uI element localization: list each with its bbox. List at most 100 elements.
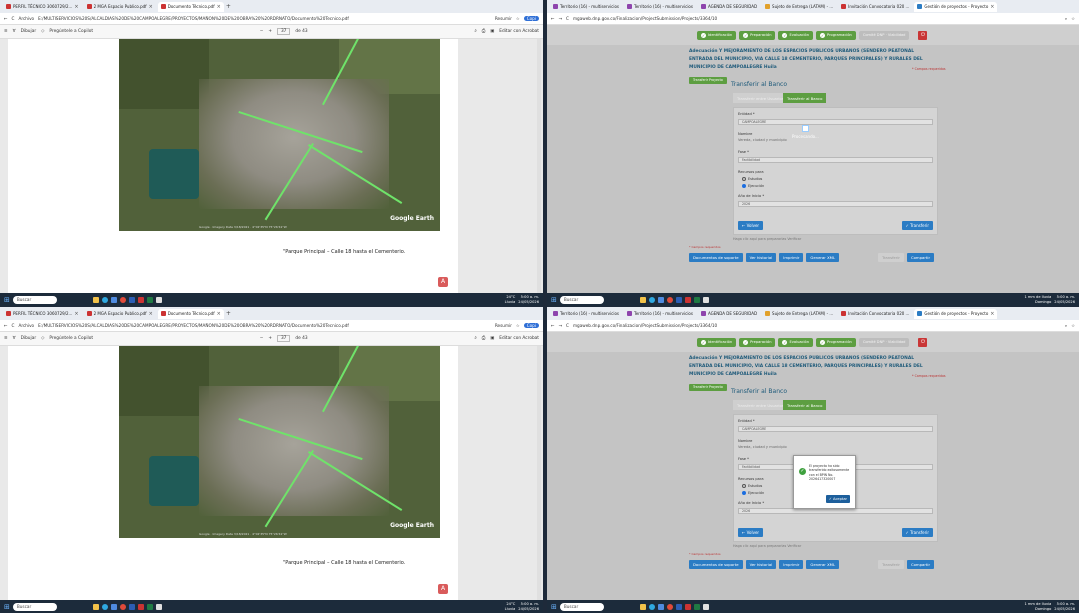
copilot-button[interactable]: Copi [523,323,539,328]
weather-widget[interactable]: 1 mm de lluvia Domingo [1024,295,1051,304]
browser-tab-active[interactable]: Documento Técnico.pdf × [157,308,224,319]
word-icon[interactable] [675,603,682,610]
transfer-project-side-button[interactable]: Transferir Proyecto [689,77,727,84]
windows-start-icon[interactable]: ⊞ [551,603,557,611]
chrome-icon[interactable] [119,603,126,610]
print-icon[interactable]: ⎙ [482,336,485,341]
close-icon[interactable]: × [74,311,78,317]
close-icon[interactable]: × [217,311,221,317]
back-icon[interactable]: ← [551,323,555,328]
draw-button[interactable]: Dibujar [21,29,37,34]
url-field[interactable]: mgaweb.dnp.gov.co/Finalizacion/ProjectSu… [573,16,1061,21]
tab-transfer-users[interactable]: Transferir entre Usuarios [733,93,788,103]
forward-icon[interactable]: → [559,323,563,328]
browser-tab[interactable]: Territorio (16) - multiservicios [550,309,622,319]
history-button[interactable]: Ver historial [745,253,777,262]
save-icon[interactable]: ▣ [490,29,494,34]
browser-tab[interactable]: Invitación Convocatoria 020 ... [838,309,912,319]
app-icon[interactable] [702,603,709,610]
step-preparacion[interactable]: ✓ Preparación [739,337,776,347]
store-icon[interactable] [110,603,117,610]
store-icon[interactable] [657,296,664,303]
eraser-icon[interactable]: ◇ [41,29,44,34]
app-icon[interactable] [702,296,709,303]
browser-tab[interactable]: 2 MGA Espacio Publico.pdf × [84,309,156,319]
pdf-icon[interactable] [684,296,691,303]
browser-tab-active[interactable]: Gestión de proyectos - Proyecto × [914,1,998,12]
menu-icon[interactable]: ≡ [4,29,8,34]
fase-select[interactable]: Factibilidad [738,157,933,163]
edge-icon[interactable] [101,296,108,303]
file-explorer-icon[interactable] [639,603,646,610]
draw-button[interactable]: Dibujar [21,336,37,341]
support-docs-button[interactable]: Documentos de soporte [689,560,743,569]
share-button[interactable]: Compartir [906,560,935,569]
accept-button[interactable]: ✓ Aceptar [825,495,850,503]
step-identificacion[interactable]: ✓ Identificación [697,30,737,40]
tab-transfer-bank[interactable]: Transferir al Banco [783,400,827,410]
tab-transfer-bank[interactable]: Transferir al Banco [783,93,827,103]
taskbar-search[interactable]: Buscar [12,295,57,304]
refresh-icon[interactable]: C [12,16,15,21]
weather-widget[interactable]: 1 mm de lluvia Domingo [1024,602,1051,611]
close-icon[interactable]: × [74,4,78,10]
browser-tab[interactable]: Territorio (16) - multiservicios [624,309,696,319]
excel-icon[interactable] [146,296,153,303]
edge-icon[interactable] [648,296,655,303]
pdf-icon[interactable] [137,603,144,610]
copilot-button[interactable]: Copi [523,16,539,21]
pdf-icon[interactable] [137,296,144,303]
volver-button[interactable]: ← Volver [738,528,764,537]
draw-icon[interactable]: ∀ [13,336,16,341]
volver-button[interactable]: ← Volver [738,221,764,230]
browser-tab-active[interactable]: Documento Técnico.pdf × [157,1,224,12]
excel-icon[interactable] [693,603,700,610]
windows-start-icon[interactable]: ⊞ [551,296,557,304]
step-programacion[interactable]: ✓ Programación [816,30,856,40]
logout-icon[interactable]: ⏻ [918,30,928,40]
zoom-out-button[interactable]: − [260,336,264,341]
search-icon[interactable]: ⌕ [474,29,476,34]
reader-button[interactable]: Resumir [495,323,512,328]
back-icon[interactable]: ← [551,16,555,21]
excel-icon[interactable] [146,603,153,610]
back-icon[interactable]: ← [4,323,8,328]
radio-estudios[interactable]: Estudios [742,177,762,181]
entidad-select[interactable]: CAMPOALEGRE [738,119,933,125]
xml-button[interactable]: Generar XML [806,560,840,569]
copilot-ask-button[interactable]: Pregúntele a Copilot [49,336,93,341]
browser-tab[interactable]: Territorio (16) - multiservicios [624,2,696,12]
refresh-icon[interactable]: C [12,323,15,328]
store-icon[interactable] [110,296,117,303]
refresh-icon[interactable]: C [566,323,569,328]
save-icon[interactable]: ▣ [490,336,494,341]
clock[interactable]: 5:00 a. m. 24/05/2026 [518,295,539,304]
copilot-ask-button[interactable]: Pregúntele a Copilot [49,29,93,34]
edge-icon[interactable] [648,603,655,610]
star-icon[interactable]: ☆ [1071,16,1075,21]
draw-icon[interactable]: ∀ [13,29,16,34]
close-icon[interactable]: × [149,311,153,317]
new-tab-button[interactable]: + [226,3,231,10]
browser-tab[interactable]: Sujeto de Entrega (LATAM) - ... [762,309,836,319]
file-explorer-icon[interactable] [639,296,646,303]
entidad-select[interactable]: CAMPOALEGRE [738,426,933,432]
pdf-icon[interactable] [684,603,691,610]
browser-tab[interactable]: Invitación Convocatoria 020 ... [838,2,912,12]
step-programacion[interactable]: ✓ Programación [816,337,856,347]
xml-button[interactable]: Generar XML [806,253,840,262]
forward-icon[interactable]: → [559,16,563,21]
step-preparacion[interactable]: ✓ Preparación [739,30,776,40]
print-button[interactable]: Imprimir [779,253,804,262]
close-icon[interactable]: × [990,4,994,10]
scrollbar[interactable] [537,39,541,293]
transferir-button[interactable]: ✓ Transferir [901,528,933,537]
history-button[interactable]: Ver historial [745,560,777,569]
tab-transfer-users[interactable]: Transferir entre Usuarios [733,400,788,410]
search-icon[interactable]: ⌕ [474,336,476,341]
acrobat-button[interactable]: Editar con Acrobat [499,336,539,341]
acrobat-button[interactable]: Editar con Acrobat [499,29,539,34]
step-evaluacion[interactable]: ✓ Evaluación [778,30,813,40]
star-icon[interactable]: ☆ [1071,323,1075,328]
taskbar-search[interactable]: Buscar [559,602,604,611]
